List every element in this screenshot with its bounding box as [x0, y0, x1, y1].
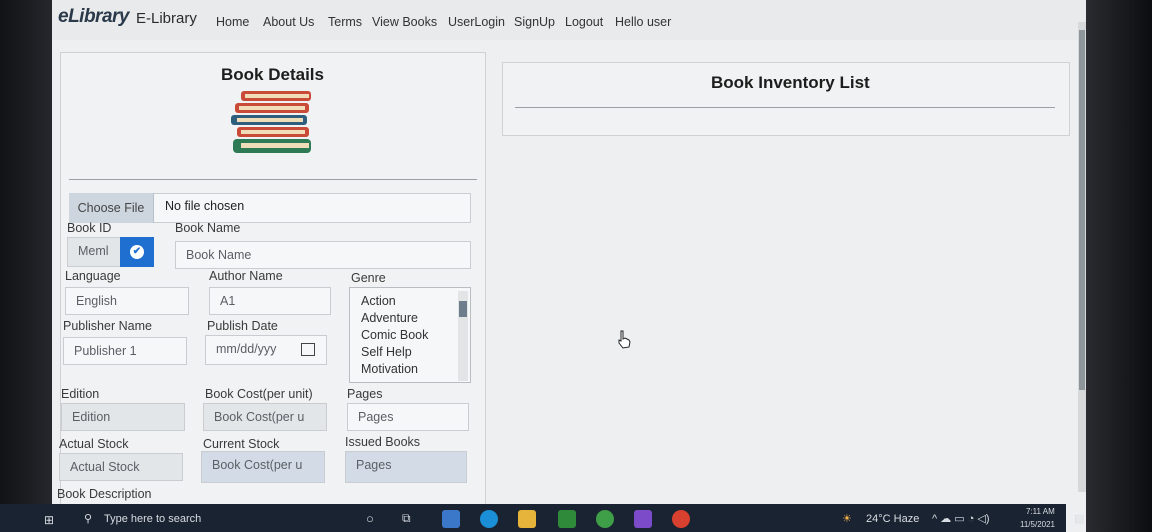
genre-option-comic-book[interactable]: Comic Book	[361, 328, 428, 342]
monitor-bezel-right	[1086, 0, 1152, 532]
cortana-icon[interactable]: ○	[366, 511, 374, 526]
chrome-icon[interactable]	[672, 510, 690, 528]
current-stock-label: Current Stock	[203, 437, 280, 451]
browser-viewport: eLibrary E-Library Home About Us Terms V…	[52, 0, 1086, 532]
divider	[69, 179, 477, 180]
nav-link-sign-up[interactable]: SignUp	[514, 15, 555, 29]
weather-text[interactable]: 24°C Haze	[866, 513, 919, 525]
page-scroll-thumb[interactable]	[1079, 30, 1085, 390]
monitor-bezel-left	[0, 0, 52, 532]
file-explorer-icon[interactable]	[518, 510, 536, 528]
nav-link-terms[interactable]: Terms	[328, 15, 362, 29]
genre-option-action[interactable]: Action	[361, 294, 396, 308]
book-description-label: Book Description	[57, 487, 152, 501]
actual-stock-input[interactable]: Actual Stock	[59, 453, 183, 481]
windows-start-icon[interactable]: ⊞	[44, 513, 54, 527]
brand-name[interactable]: E-Library	[136, 10, 197, 27]
publisher-name-label: Publisher Name	[63, 319, 152, 333]
nav-link-hello-user[interactable]: Hello user	[615, 15, 671, 29]
genre-scrollbar[interactable]	[458, 291, 468, 381]
check-icon: ✔	[130, 245, 144, 259]
pages-label: Pages	[347, 387, 383, 401]
tray-icons[interactable]: ^ ☁ ▭ ◔ ◁)	[932, 512, 990, 525]
book-name-label: Book Name	[175, 221, 241, 235]
pages-input[interactable]: Pages	[347, 403, 469, 431]
taskbar-search-input[interactable]: Type here to search	[104, 513, 201, 525]
choose-file-button[interactable]: Choose File	[69, 193, 154, 223]
nav-link-view-books[interactable]: View Books	[372, 15, 437, 29]
genre-scroll-thumb[interactable]	[459, 301, 467, 317]
book-id-label: Book ID	[67, 221, 112, 235]
edge-icon[interactable]	[480, 510, 498, 528]
genre-option-motivation[interactable]: Motivation	[361, 362, 418, 376]
inventory-card: Book Inventory List	[502, 62, 1070, 136]
app-icon[interactable]	[558, 510, 576, 528]
issued-books-label: Issued Books	[345, 435, 421, 449]
clock-time[interactable]: 7:11 AM	[1026, 507, 1055, 516]
language-label: Language	[65, 269, 121, 283]
genre-option-self-help[interactable]: Self Help	[361, 345, 412, 359]
books-stack-icon	[231, 91, 311, 153]
calendar-icon[interactable]	[301, 343, 315, 356]
page-scrollbar[interactable]	[1078, 22, 1086, 492]
language-select[interactable]: English	[65, 287, 189, 315]
edge-legacy-icon[interactable]	[442, 510, 460, 528]
actual-stock-label: Actual Stock	[59, 437, 129, 451]
inventory-divider	[515, 107, 1055, 108]
hand-cursor-icon	[618, 330, 631, 349]
visual-studio-icon[interactable]	[634, 510, 652, 528]
book-name-input[interactable]: Book Name	[175, 241, 471, 269]
book-details-title: Book Details	[221, 65, 324, 84]
publish-date-label: Publish Date	[207, 319, 278, 333]
book-cost-label: Book Cost(per unit)	[205, 387, 313, 401]
publisher-name-select[interactable]: Publisher 1	[63, 337, 187, 365]
genre-label: Genre	[351, 271, 386, 285]
nav-link-about-us[interactable]: About Us	[263, 15, 314, 29]
clock-date[interactable]: 11/5/2021	[1020, 520, 1055, 529]
genre-option-adventure[interactable]: Adventure	[361, 311, 418, 325]
current-stock-input[interactable]: Book Cost(per u	[201, 451, 325, 483]
navbar: eLibrary E-Library Home About Us Terms V…	[52, 0, 1086, 40]
nav-link-home[interactable]: Home	[216, 15, 249, 29]
book-cost-input[interactable]: Book Cost(per u	[203, 403, 327, 431]
book-details-card: Book Details Choose File No file chosen …	[57, 52, 486, 524]
issued-books-input[interactable]: Pages	[345, 451, 467, 483]
check-id-button[interactable]: ✔	[120, 237, 154, 267]
brand-logo[interactable]: eLibrary	[58, 6, 129, 28]
weather-icon[interactable]: ☀	[842, 512, 852, 525]
inventory-title: Book Inventory List	[711, 73, 870, 92]
search-icon[interactable]: ⚲	[84, 512, 92, 525]
author-name-select[interactable]: A1	[209, 287, 331, 315]
edition-label: Edition	[61, 387, 100, 401]
notification-icon[interactable]: ▤	[1074, 512, 1084, 525]
file-status-text: No file chosen	[165, 199, 245, 213]
author-name-label: Author Name	[209, 269, 283, 283]
nav-link-logout[interactable]: Logout	[565, 15, 603, 29]
whatsapp-icon[interactable]	[596, 510, 614, 528]
nav-link-user-login[interactable]: UserLogin	[448, 15, 505, 29]
task-view-icon[interactable]: ⧉	[402, 511, 411, 526]
edition-input[interactable]: Edition	[61, 403, 185, 431]
book-id-input[interactable]: Meml	[67, 237, 121, 267]
genre-listbox[interactable]: Action Adventure Comic Book Self Help Mo…	[349, 287, 471, 383]
